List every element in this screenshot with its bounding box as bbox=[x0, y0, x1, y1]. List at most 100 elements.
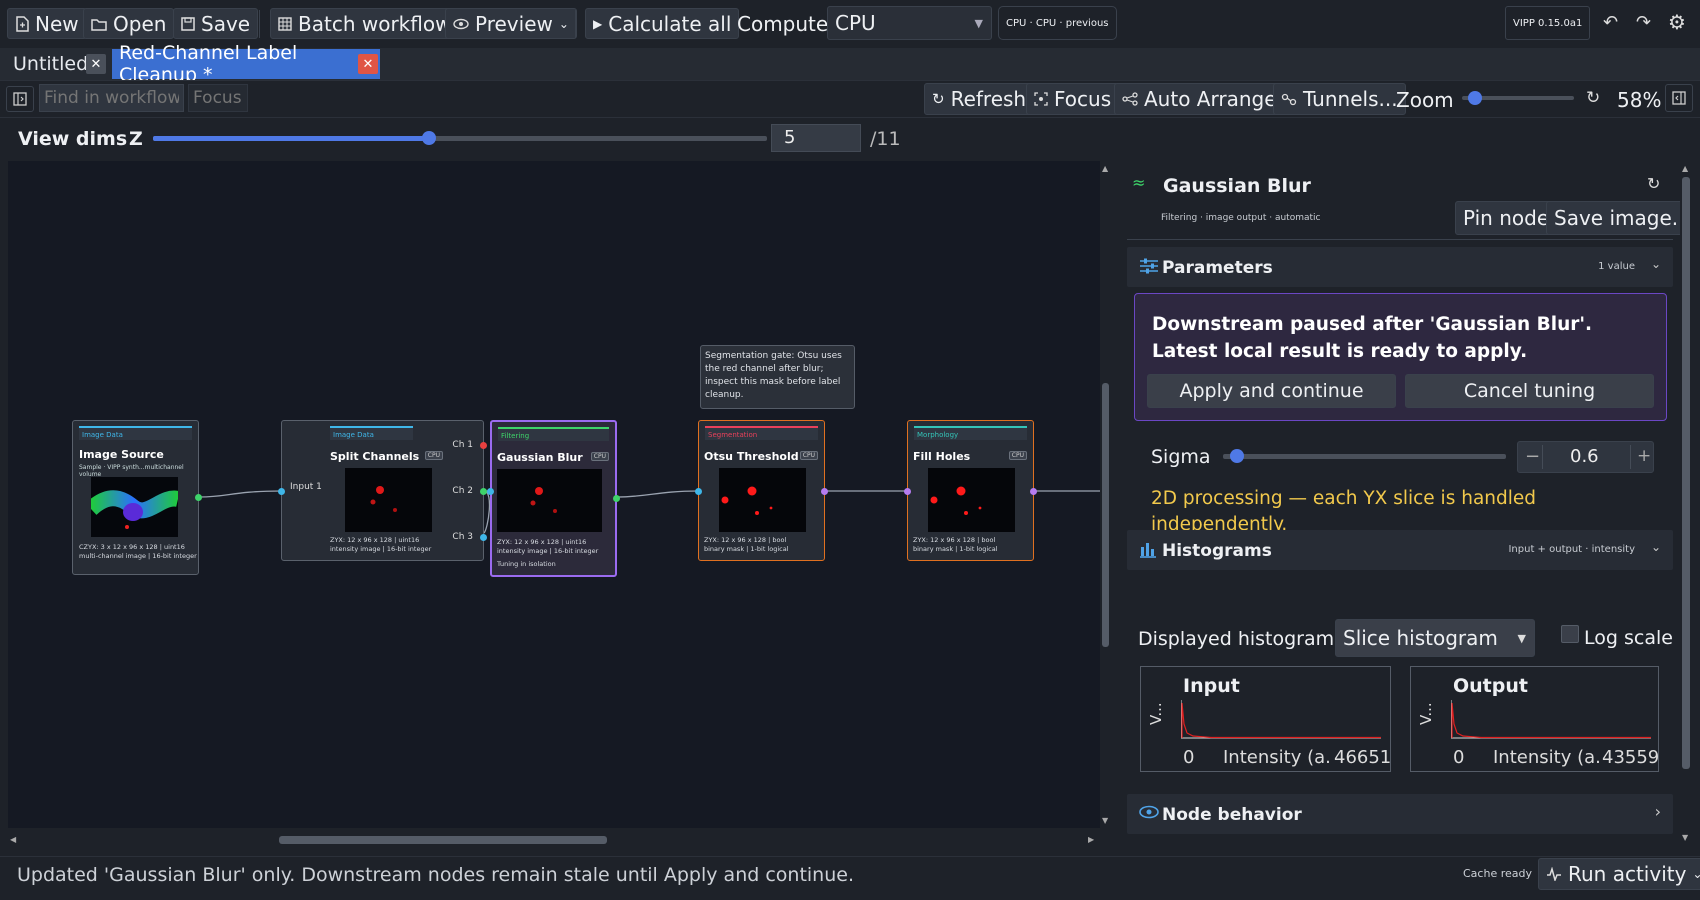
zoom-label: Zoom bbox=[1396, 88, 1454, 112]
sidebar-toggle-icon[interactable] bbox=[6, 86, 34, 112]
apply-and-continue-button[interactable]: Apply and continue bbox=[1147, 374, 1396, 408]
image-source-thumbnail bbox=[91, 477, 178, 537]
z-value-input[interactable]: 5 bbox=[771, 124, 861, 152]
z-slider-track[interactable] bbox=[153, 131, 767, 145]
preview-dropdown[interactable]: Preview ⌄ bbox=[445, 8, 577, 39]
cpu-badge: CPU bbox=[1008, 451, 1027, 460]
inspector-scroll-thumb[interactable] bbox=[1682, 177, 1690, 769]
input-histogram-title: Input bbox=[1183, 675, 1240, 697]
parameters-section-header[interactable]: Parameters 1 value ⌄ bbox=[1127, 247, 1673, 287]
auto-arrange-button[interactable]: Auto Arrange bbox=[1114, 83, 1285, 115]
node-meta-1: CZYX: 3 x 12 x 96 x 128 | uint16 bbox=[79, 543, 185, 551]
batch-workflow-button[interactable]: Batch workflow bbox=[270, 8, 460, 39]
reset-zoom-icon[interactable]: ↻ bbox=[1586, 88, 1600, 108]
input-histogram-xlabel: Intensity (a. bbox=[1223, 747, 1331, 768]
output-port-ch2[interactable] bbox=[480, 488, 487, 495]
sigma-slider-track[interactable] bbox=[1223, 449, 1506, 463]
panel-toggle-icon[interactable] bbox=[1665, 84, 1693, 112]
cancel-label: Cancel tuning bbox=[1463, 380, 1596, 402]
output-port-ch3[interactable] bbox=[480, 534, 487, 541]
vertical-scroll-thumb[interactable] bbox=[1102, 383, 1109, 647]
input-port[interactable] bbox=[487, 488, 494, 495]
inspector-panel: ≈ Gaussian Blur ↻ Filtering · image outp… bbox=[1125, 161, 1685, 847]
displayed-histogram-select[interactable]: Slice histogram ▼ bbox=[1335, 619, 1535, 657]
zoom-slider-track[interactable] bbox=[1462, 91, 1574, 105]
run-activity-button[interactable]: Run activity ⌄ bbox=[1538, 858, 1700, 890]
node-title: Image Source bbox=[79, 448, 164, 461]
horizontal-scroll-thumb[interactable] bbox=[279, 836, 607, 844]
histograms-section-header[interactable]: Histograms Input + output · intensity ⌄ bbox=[1127, 530, 1673, 570]
save-image-label: Save image... bbox=[1554, 206, 1685, 230]
parameters-count: 1 value bbox=[1598, 261, 1635, 272]
node-fill-holes[interactable]: Morphology Fill Holes CPU ZYX: 12 x 96 x… bbox=[904, 420, 1037, 561]
node-image-source[interactable]: Image Data Image Source Sample · VIPP sy… bbox=[72, 420, 202, 575]
cancel-tuning-button[interactable]: Cancel tuning bbox=[1405, 374, 1654, 408]
tab-red-channel-label-cleanup[interactable]: Red-Channel Label Cleanup * bbox=[112, 42, 380, 86]
fill-holes-thumbnail bbox=[928, 468, 1015, 532]
sigma-slider-handle[interactable] bbox=[1230, 449, 1245, 463]
scroll-left-icon[interactable]: ◀ bbox=[10, 835, 16, 844]
refresh-button[interactable]: ↻ Refresh bbox=[924, 83, 1035, 115]
new-button[interactable]: New bbox=[7, 8, 87, 39]
output-histogram-ylabel: V... bbox=[1417, 702, 1435, 725]
node-meta-2: multi-channel image | 16-bit integer bbox=[79, 552, 197, 560]
input-port[interactable] bbox=[695, 488, 702, 495]
scroll-down-icon[interactable]: ▼ bbox=[1682, 833, 1688, 842]
scroll-up-icon[interactable]: ▲ bbox=[1102, 164, 1108, 173]
save-button[interactable]: Save bbox=[173, 8, 259, 39]
output-port[interactable] bbox=[195, 494, 202, 501]
scroll-up-icon[interactable]: ▲ bbox=[1682, 164, 1688, 173]
cpu-badge: CPU bbox=[590, 452, 609, 461]
redo-icon[interactable]: ↷ bbox=[1636, 12, 1651, 33]
sigma-spinbox[interactable]: − 0.6 + bbox=[1517, 441, 1654, 473]
input-port[interactable] bbox=[904, 488, 911, 495]
node-otsu-threshold[interactable]: Segmentation Otsu Threshold CPU ZYX: 12 … bbox=[695, 420, 828, 561]
close-tab-active-icon[interactable]: ✕ bbox=[358, 54, 378, 74]
increment-icon[interactable]: + bbox=[1637, 446, 1651, 466]
z-slider-fill bbox=[153, 136, 430, 141]
canvas-horizontal-scrollbar[interactable]: ◀ ▶ bbox=[8, 834, 1100, 846]
sigma-value[interactable]: 0.6 bbox=[1570, 446, 1599, 467]
node-split-channels[interactable]: Image Data Split Channels CPU Input 1 Ch… bbox=[278, 420, 487, 561]
status-message: Updated 'Gaussian Blur' only. Downstream… bbox=[17, 864, 854, 886]
node-behavior-section-header[interactable]: Node behavior › bbox=[1127, 794, 1673, 834]
scroll-down-icon[interactable]: ▼ bbox=[1102, 816, 1108, 825]
calculate-all-button[interactable]: ▶ Calculate all bbox=[585, 8, 740, 39]
open-label: Open bbox=[113, 11, 167, 36]
node-title: Otsu Threshold bbox=[704, 450, 799, 463]
tunnels-button[interactable]: Tunnels... bbox=[1273, 83, 1406, 115]
inspector-subtitle: Filtering · image output · automatic bbox=[1161, 213, 1321, 223]
bar-chart-icon bbox=[1139, 540, 1157, 558]
z-slider-handle[interactable] bbox=[422, 131, 437, 145]
close-tab-untitled-icon[interactable]: ✕ bbox=[86, 54, 106, 74]
cpu-badge: CPU bbox=[424, 451, 443, 460]
output-port[interactable] bbox=[613, 495, 620, 502]
zoom-slider-handle[interactable] bbox=[1467, 91, 1482, 105]
canvas-vertical-scrollbar[interactable]: ▲ ▼ bbox=[1100, 161, 1110, 828]
output-histogram-xmax: 43559 bbox=[1602, 747, 1660, 768]
split-channels-thumbnail bbox=[345, 468, 432, 532]
pin-node-button[interactable]: Pin node bbox=[1455, 201, 1558, 235]
input-port[interactable] bbox=[278, 488, 285, 495]
tuning-status: Tuning in isolation bbox=[497, 560, 556, 568]
find-in-workflow-input[interactable] bbox=[39, 84, 184, 112]
refresh-node-icon[interactable]: ↻ bbox=[1647, 174, 1660, 193]
open-button[interactable]: Open bbox=[83, 8, 175, 39]
focus-input[interactable] bbox=[188, 84, 248, 112]
settings-gear-icon[interactable]: ⚙ bbox=[1668, 10, 1686, 34]
undo-icon[interactable]: ↶ bbox=[1603, 12, 1618, 33]
output-port[interactable] bbox=[1030, 488, 1037, 495]
output-port-ch1[interactable] bbox=[480, 442, 487, 449]
workflow-canvas[interactable]: Segmentation gate: Otsu uses the red cha… bbox=[8, 161, 1108, 828]
log-scale-checkbox[interactable] bbox=[1561, 625, 1579, 643]
compute-select[interactable]: CPU ▼ bbox=[827, 6, 992, 40]
decrement-icon[interactable]: − bbox=[1525, 446, 1540, 467]
node-title: Gaussian Blur bbox=[497, 451, 583, 464]
output-port[interactable] bbox=[821, 488, 828, 495]
batch-label: Batch workflow bbox=[298, 11, 452, 36]
inspector-scrollbar[interactable]: ▲ ▼ bbox=[1680, 161, 1692, 847]
node-gaussian-blur[interactable]: Filtering Gaussian Blur CPU ZYX: 12 x 96… bbox=[487, 420, 620, 577]
focus-button[interactable]: Focus bbox=[1026, 83, 1120, 115]
save-image-button[interactable]: Save image... bbox=[1546, 201, 1685, 235]
scroll-right-icon[interactable]: ▶ bbox=[1088, 835, 1094, 844]
